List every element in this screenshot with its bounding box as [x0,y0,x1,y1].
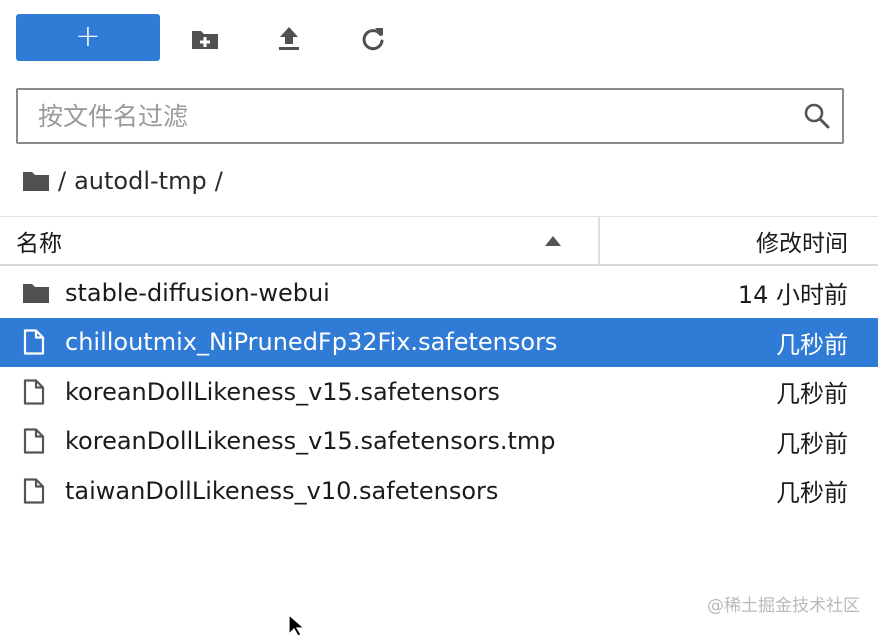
file-list-header: 名称 修改时间 [0,216,878,266]
file-name: koreanDollLikeness_v15.safetensors.tmp [65,427,556,456]
list-item[interactable]: koreanDollLikeness_v15.safetensors 几秒前 [0,367,878,417]
column-header-modified[interactable]: 修改时间 [756,217,848,265]
refresh-button[interactable] [351,15,395,63]
new-folder-icon [192,31,218,49]
file-modified: 几秒前 [776,330,848,359]
folder-home-icon[interactable] [22,170,50,192]
file-name: stable-diffusion-webui [65,278,330,307]
file-icon [22,318,46,368]
filter-input[interactable] [36,89,792,143]
sort-ascending-icon[interactable] [544,217,562,265]
file-modified: 几秒前 [776,479,848,508]
file-modified: 几秒前 [776,380,848,409]
folder-icon [22,268,50,318]
new-folder-button[interactable] [183,15,227,63]
file-modified: 14 小时前 [737,281,848,310]
mouse-cursor-icon [288,613,308,640]
breadcrumb-folder[interactable]: autodl-tmp [74,167,207,195]
file-modified: 几秒前 [776,429,848,458]
file-browser-toolbar: + [16,13,160,61]
file-list: stable-diffusion-webui 14 小时前 chilloutmi… [0,268,878,516]
watermark: @稀土掘金技术社区 [707,596,860,616]
file-icon [22,367,46,417]
file-name: taiwanDollLikeness_v10.safetensors [65,476,499,505]
list-item[interactable]: chilloutmix_NiPrunedFp32Fix.safetensors … [0,317,878,368]
column-modified-label: 修改时间 [756,231,848,257]
search-icon [792,102,842,130]
file-name: chilloutmix_NiPrunedFp32Fix.safetensors [65,328,558,357]
file-icon [22,466,46,516]
breadcrumb-separator: / [214,167,223,195]
breadcrumb: / autodl-tmp / [22,162,231,200]
refresh-icon [362,28,384,51]
upload-button[interactable] [267,15,311,63]
plus-icon: + [75,19,101,54]
breadcrumb-separator: / [58,167,67,195]
filter-box [16,88,844,144]
upload-icon [279,27,299,50]
column-divider[interactable] [598,217,600,265]
file-icon [22,417,46,467]
column-header-name[interactable]: 名称 [16,217,62,265]
column-name-label: 名称 [16,231,62,257]
new-launcher-button[interactable]: + [16,13,160,61]
file-name: koreanDollLikeness_v15.safetensors [65,377,500,406]
list-item[interactable]: stable-diffusion-webui 14 小时前 [0,268,878,318]
list-item[interactable]: taiwanDollLikeness_v10.safetensors 几秒前 [0,466,878,516]
list-item[interactable]: koreanDollLikeness_v15.safetensors.tmp 几… [0,417,878,467]
